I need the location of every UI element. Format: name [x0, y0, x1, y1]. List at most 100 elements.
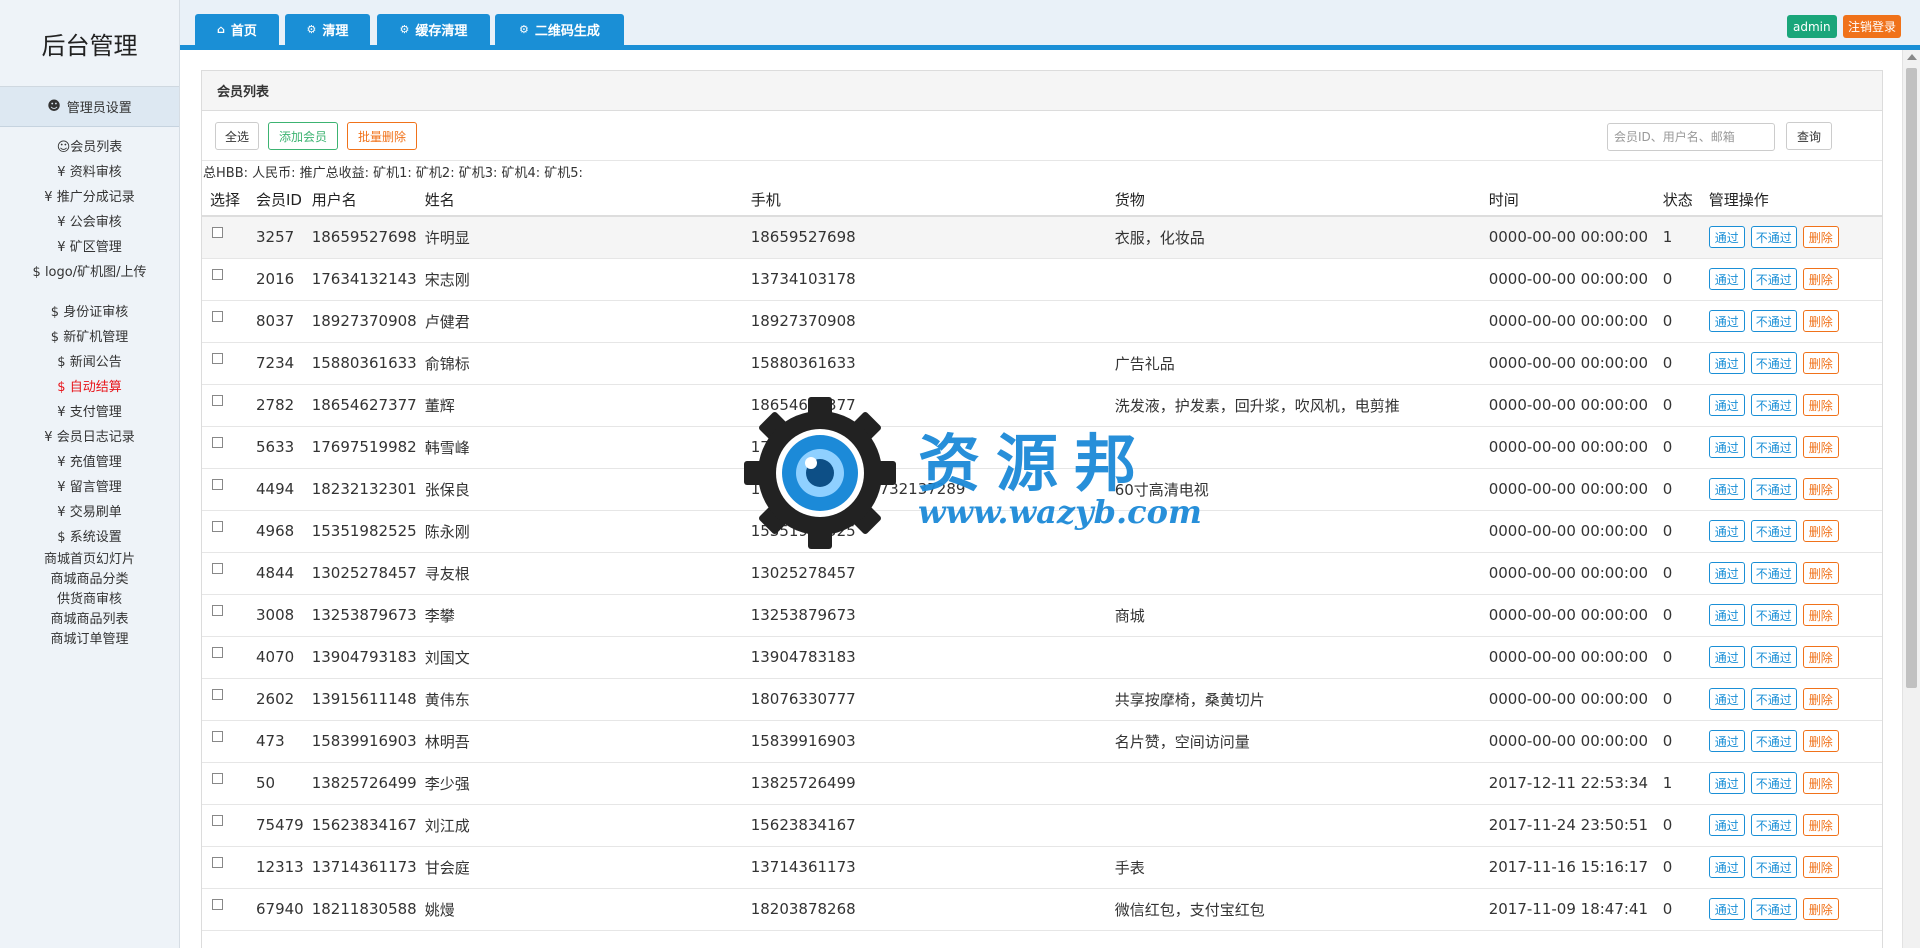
- sidebar-item[interactable]: ¥ 支付管理: [0, 400, 179, 425]
- sidebar-item[interactable]: ¥ 推广分成记录: [0, 185, 179, 210]
- row-checkbox[interactable]: [212, 352, 223, 364]
- scrollbar[interactable]: [1902, 50, 1920, 948]
- row-checkbox[interactable]: [212, 478, 223, 490]
- delete-button[interactable]: 删除: [1802, 226, 1839, 249]
- delete-button[interactable]: 删除: [1802, 730, 1839, 752]
- sidebar-item[interactable]: $ 新矿机管理: [0, 325, 179, 350]
- sidebar-item[interactable]: ¥ 矿区管理: [0, 235, 179, 260]
- approve-button[interactable]: 通过: [1708, 478, 1745, 500]
- reject-button[interactable]: 不通过: [1750, 604, 1797, 626]
- reject-button[interactable]: 不通过: [1750, 646, 1797, 668]
- approve-button[interactable]: 通过: [1708, 268, 1745, 290]
- sidebar-item[interactable]: 商城商品分类: [0, 570, 179, 590]
- logout-button[interactable]: 注销登录: [1843, 15, 1901, 38]
- sidebar-item[interactable]: $ 身份证审核: [0, 300, 179, 325]
- tab-clean[interactable]: ⚙ 清理: [285, 14, 370, 45]
- row-checkbox[interactable]: [212, 226, 223, 238]
- reject-button[interactable]: 不通过: [1750, 562, 1797, 584]
- approve-button[interactable]: 通过: [1708, 856, 1745, 878]
- sidebar-item[interactable]: ¥ 资料审核: [0, 160, 179, 185]
- row-checkbox[interactable]: [212, 856, 223, 868]
- approve-button[interactable]: 通过: [1708, 814, 1745, 836]
- approve-button[interactable]: 通过: [1708, 730, 1745, 752]
- row-checkbox[interactable]: [212, 772, 223, 784]
- delete-button[interactable]: 删除: [1802, 520, 1839, 542]
- scrollbar-thumb[interactable]: [1906, 68, 1917, 688]
- scroll-up-arrow-icon[interactable]: [1907, 54, 1917, 60]
- delete-button[interactable]: 删除: [1802, 772, 1839, 794]
- sidebar-item[interactable]: $ logo/矿机图/上传: [0, 260, 179, 285]
- sidebar-item[interactable]: ¥ 留言管理: [0, 475, 179, 500]
- delete-button[interactable]: 删除: [1802, 856, 1839, 878]
- delete-button[interactable]: 删除: [1802, 646, 1839, 668]
- approve-button[interactable]: 通过: [1708, 772, 1745, 794]
- batch-delete-button[interactable]: 批量删除: [347, 122, 417, 150]
- reject-button[interactable]: 不通过: [1750, 478, 1797, 500]
- sidebar-item[interactable]: 商城商品列表: [0, 610, 179, 630]
- delete-button[interactable]: 删除: [1802, 436, 1839, 458]
- sidebar-item[interactable]: ¥ 交易刷单: [0, 500, 179, 525]
- approve-button[interactable]: 通过: [1708, 688, 1745, 710]
- reject-button[interactable]: 不通过: [1750, 730, 1797, 752]
- delete-button[interactable]: 删除: [1802, 394, 1839, 416]
- row-checkbox[interactable]: [212, 436, 223, 448]
- reject-button[interactable]: 不通过: [1750, 772, 1797, 794]
- sidebar-item[interactable]: ☺会员列表: [0, 135, 179, 160]
- reject-button[interactable]: 不通过: [1750, 352, 1797, 374]
- tab-home[interactable]: ⌂ 首页: [195, 14, 279, 45]
- sidebar-item[interactable]: ¥ 公会审核: [0, 210, 179, 235]
- row-checkbox[interactable]: [212, 730, 223, 742]
- reject-button[interactable]: 不通过: [1750, 520, 1797, 542]
- sidebar-item[interactable]: 商城订单管理: [0, 630, 179, 650]
- delete-button[interactable]: 删除: [1802, 604, 1839, 626]
- sidebar-item[interactable]: $ 新闻公告: [0, 350, 179, 375]
- approve-button[interactable]: 通过: [1708, 226, 1745, 249]
- search-input[interactable]: [1607, 123, 1775, 151]
- row-checkbox[interactable]: [212, 520, 223, 532]
- delete-button[interactable]: 删除: [1802, 688, 1839, 710]
- user-badge[interactable]: admin: [1787, 15, 1837, 38]
- row-checkbox[interactable]: [212, 898, 223, 910]
- tab-cache-clean[interactable]: ⚙ 缓存清理: [377, 14, 490, 45]
- sidebar-header[interactable]: ☻ 管理员设置: [0, 87, 179, 127]
- approve-button[interactable]: 通过: [1708, 394, 1745, 416]
- reject-button[interactable]: 不通过: [1750, 268, 1797, 290]
- delete-button[interactable]: 删除: [1802, 898, 1839, 920]
- sidebar-item[interactable]: $ 系统设置: [0, 525, 179, 550]
- row-checkbox[interactable]: [212, 688, 223, 700]
- add-member-button[interactable]: 添加会员: [268, 122, 338, 150]
- reject-button[interactable]: 不通过: [1750, 310, 1797, 332]
- sidebar-item[interactable]: ¥ 充值管理: [0, 450, 179, 475]
- row-checkbox[interactable]: [212, 604, 223, 616]
- sidebar-item[interactable]: ¥ 会员日志记录: [0, 425, 179, 450]
- row-checkbox[interactable]: [212, 814, 223, 826]
- approve-button[interactable]: 通过: [1708, 898, 1745, 920]
- reject-button[interactable]: 不通过: [1750, 436, 1797, 458]
- approve-button[interactable]: 通过: [1708, 352, 1745, 374]
- row-checkbox[interactable]: [212, 562, 223, 574]
- approve-button[interactable]: 通过: [1708, 646, 1745, 668]
- delete-button[interactable]: 删除: [1802, 310, 1839, 332]
- approve-button[interactable]: 通过: [1708, 604, 1745, 626]
- reject-button[interactable]: 不通过: [1750, 898, 1797, 920]
- delete-button[interactable]: 删除: [1802, 478, 1839, 500]
- row-checkbox[interactable]: [212, 646, 223, 658]
- query-button[interactable]: 查询: [1786, 122, 1832, 150]
- reject-button[interactable]: 不通过: [1750, 856, 1797, 878]
- sidebar-item[interactable]: 商城首页幻灯片: [0, 550, 179, 570]
- row-checkbox[interactable]: [212, 268, 223, 280]
- reject-button[interactable]: 不通过: [1750, 394, 1797, 416]
- sidebar-item[interactable]: 供货商审核: [0, 590, 179, 610]
- tab-qrcode[interactable]: ⚙ 二维码生成: [495, 14, 624, 45]
- approve-button[interactable]: 通过: [1708, 562, 1745, 584]
- delete-button[interactable]: 删除: [1802, 562, 1839, 584]
- sidebar-item[interactable]: $ 自动结算: [0, 375, 179, 400]
- row-checkbox[interactable]: [212, 310, 223, 322]
- approve-button[interactable]: 通过: [1708, 436, 1745, 458]
- delete-button[interactable]: 删除: [1802, 268, 1839, 290]
- delete-button[interactable]: 删除: [1802, 814, 1839, 836]
- approve-button[interactable]: 通过: [1708, 310, 1745, 332]
- row-checkbox[interactable]: [212, 394, 223, 406]
- reject-button[interactable]: 不通过: [1750, 688, 1797, 710]
- reject-button[interactable]: 不通过: [1750, 814, 1797, 836]
